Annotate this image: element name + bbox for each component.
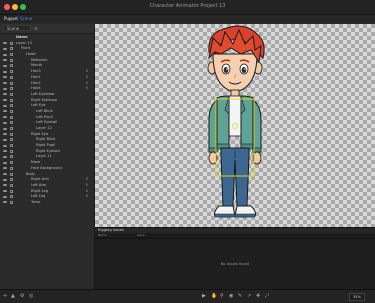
- lock-icon[interactable]: [10, 92, 13, 96]
- delete-icon[interactable]: ▲: [11, 293, 15, 299]
- visibility-eye-icon[interactable]: [3, 53, 7, 56]
- visibility-eye-icon[interactable]: [3, 87, 7, 90]
- visibility-eye-icon[interactable]: [3, 201, 7, 204]
- lock-icon[interactable]: [10, 172, 13, 176]
- lock-icon[interactable]: [10, 87, 13, 91]
- lock-icon[interactable]: [10, 41, 13, 45]
- lock-icon[interactable]: [10, 189, 13, 193]
- lock-icon[interactable]: [10, 178, 13, 182]
- visibility-eye-icon[interactable]: [3, 167, 7, 170]
- visibility-eye-icon[interactable]: [3, 116, 7, 119]
- lock-icon[interactable]: [10, 47, 13, 51]
- lock-icon[interactable]: [10, 104, 13, 108]
- visibility-eye-icon[interactable]: [3, 42, 7, 45]
- lock-icon[interactable]: [10, 183, 13, 187]
- visibility-eye-icon[interactable]: [3, 161, 7, 164]
- visibility-eye-icon[interactable]: [3, 47, 7, 50]
- lock-icon[interactable]: [10, 127, 13, 130]
- settings-icon[interactable]: ⚙: [20, 293, 24, 299]
- tab-puppet[interactable]: Puppet Scene: [4, 16, 32, 21]
- visibility-eye-icon[interactable]: [3, 76, 7, 79]
- layer-name: Torso: [31, 199, 41, 204]
- visibility-eye-icon[interactable]: [3, 82, 7, 85]
- handle-tool-icon[interactable]: ✎: [238, 293, 242, 299]
- mask-icon[interactable]: ◎: [29, 293, 33, 299]
- visibility-eye-icon[interactable]: [3, 144, 7, 147]
- layer-row[interactable]: Torso: [0, 200, 94, 206]
- visibility-eye-icon[interactable]: [3, 93, 7, 96]
- visibility-eye-icon[interactable]: [3, 173, 7, 176]
- lock-icon[interactable]: [10, 81, 13, 85]
- visibility-eye-icon[interactable]: [3, 121, 7, 124]
- lock-icon[interactable]: [10, 155, 13, 159]
- status-bar: + ▲ ⚙ ◎ ▶ ✋ ⚲ ◉ ✎ ↗ ✚ ⤢ 35%: [0, 289, 375, 303]
- visibility-eye-icon[interactable]: [3, 195, 7, 198]
- lock-icon[interactable]: [10, 161, 13, 165]
- hand-tool-icon[interactable]: ✋: [211, 293, 217, 299]
- scene-canvas[interactable]: [95, 24, 375, 227]
- lock-icon[interactable]: [10, 121, 13, 125]
- visibility-eye-icon[interactable]: [3, 133, 7, 136]
- rigging-issues-columns: Name Issue: [95, 233, 375, 239]
- visibility-eye-icon[interactable]: [3, 70, 7, 73]
- lock-icon[interactable]: [10, 98, 13, 102]
- visibility-eye-icon[interactable]: [3, 190, 7, 193]
- lock-icon[interactable]: [10, 53, 13, 57]
- lock-icon[interactable]: [10, 70, 13, 74]
- visibility-eye-icon[interactable]: [3, 138, 7, 141]
- select-tool-icon[interactable]: ▶: [202, 293, 206, 299]
- layers-icon[interactable]: ☰: [34, 26, 38, 31]
- pin-tool-icon[interactable]: ✚: [256, 293, 260, 299]
- lock-icon[interactable]: [10, 58, 13, 62]
- zoom-level-field[interactable]: 35%: [349, 293, 365, 301]
- zoom-tool-icon[interactable]: ⚲: [220, 293, 224, 299]
- visibility-eye-icon[interactable]: [3, 150, 7, 153]
- lock-icon[interactable]: [10, 109, 13, 113]
- lock-icon[interactable]: [10, 149, 13, 153]
- lock-icon[interactable]: [10, 75, 13, 79]
- add-layer-icon[interactable]: +: [3, 293, 7, 299]
- visibility-eye-icon[interactable]: [3, 110, 7, 113]
- lock-icon[interactable]: [10, 166, 13, 170]
- visibility-eye-icon[interactable]: [3, 155, 7, 158]
- dangle-tool-icon[interactable]: ⤢: [265, 293, 269, 299]
- lock-icon[interactable]: [10, 195, 13, 199]
- lock-icon[interactable]: [10, 132, 13, 136]
- lock-icon[interactable]: [10, 64, 13, 68]
- visibility-eye-icon[interactable]: [3, 184, 7, 187]
- tab-scene[interactable]: Scene: [20, 16, 32, 21]
- panel-tab-bar: Puppet Scene: [0, 15, 375, 23]
- puppet-panel: Scene ☰ Name Layer 13 Front Head Midbrush Mo…: [0, 24, 95, 289]
- visibility-eye-icon[interactable]: [3, 99, 7, 102]
- column-header-issue[interactable]: Issue: [137, 233, 145, 238]
- visibility-eye-icon[interactable]: [3, 127, 7, 130]
- lock-icon[interactable]: [10, 144, 13, 148]
- puppet-select[interactable]: Scene: [3, 25, 31, 31]
- empty-state-message: No issues found: [220, 262, 250, 266]
- lock-icon[interactable]: [10, 138, 13, 142]
- window-title: Character Animator Project 13: [149, 3, 226, 9]
- layer-tree: Name Layer 13 Front Head Midbrush Mouth Hair3…: [0, 35, 94, 206]
- column-header-name[interactable]: Name: [98, 233, 107, 238]
- rigging-issues-panel: Rigging Issues Name Issue No issues foun…: [95, 227, 375, 290]
- lock-icon[interactable]: [10, 200, 13, 204]
- puppet-toolbar: Scene ☰: [0, 24, 94, 34]
- stick-tool-icon[interactable]: ↗: [247, 293, 251, 299]
- title-bar: Character Animator Project 13: [0, 0, 375, 15]
- visibility-eye-icon[interactable]: [3, 64, 7, 67]
- origin-tool-icon[interactable]: ◉: [229, 293, 233, 299]
- visibility-eye-icon[interactable]: [3, 104, 7, 107]
- lock-icon[interactable]: [10, 115, 13, 119]
- visibility-eye-icon[interactable]: [3, 59, 7, 62]
- character-puppet[interactable]: [95, 24, 375, 227]
- visibility-eye-icon[interactable]: [3, 178, 7, 181]
